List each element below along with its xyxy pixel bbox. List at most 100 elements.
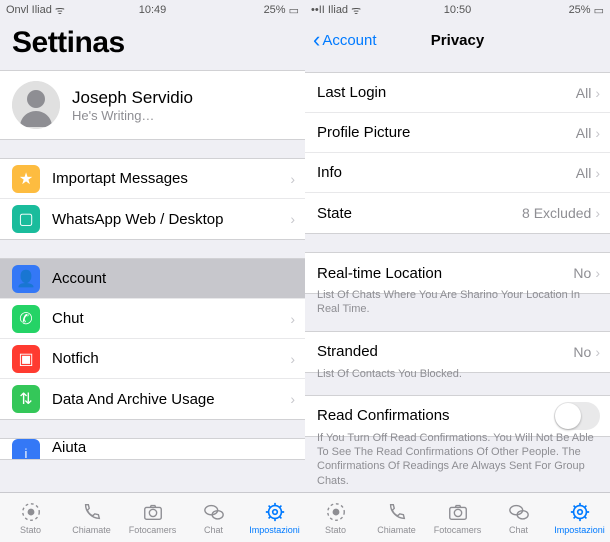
status-icon [324,500,348,524]
back-button[interactable]: ‹ Account [313,27,377,53]
tab-label: Chat [509,525,528,535]
chat-icon: ✆ [12,305,40,333]
back-label: Account [322,32,376,49]
row-notifications[interactable]: ▣ Notfich › [0,339,305,379]
row-blocked[interactable]: Stranded No › [305,332,610,372]
row-label: Notfich [52,350,290,367]
tab-bar: Stato Chiamate Fotocamers Chat Impostazi… [305,492,610,542]
chevron-right-icon: › [595,165,600,181]
status-bar: Onvl Iliad ᯤ 10:49 25% ▭ [0,0,305,20]
page-title: Settinas [0,20,305,70]
key-icon: 👤 [12,265,40,293]
row-label: Importapt Messages [52,170,290,187]
row-value: No [573,265,591,281]
chevron-right-icon: › [595,125,600,141]
chevron-right-icon: › [595,205,600,221]
status-icon [19,500,43,524]
tab-label: Chat [204,525,223,535]
tab-calls[interactable]: Chiamate [366,500,427,535]
info-icon: i [12,439,40,459]
tab-label: Fotocamers [129,525,177,535]
tab-label: Stato [325,525,346,535]
tab-camera[interactable]: Fotocamers [427,500,488,535]
read-confirmations-toggle[interactable] [554,402,600,430]
row-realtime-location[interactable]: Real-time Location No › [305,253,610,293]
carrier-text: ••II Iliad [311,4,348,16]
screen-settings: Onvl Iliad ᯤ 10:49 25% ▭ Settinas Joseph… [0,0,305,542]
row-read-confirmations[interactable]: Read Confirmations [305,396,610,436]
chevron-left-icon: ‹ [313,27,320,53]
data-icon: ⇅ [12,385,40,413]
tab-label: Fotocamers [434,525,482,535]
chevron-right-icon: › [595,344,600,360]
chevron-right-icon: › [290,351,295,367]
row-data-usage[interactable]: ⇅ Data And Archive Usage › [0,379,305,419]
carrier-text: Onvl Iliad [6,4,52,16]
bell-icon: ▣ [12,345,40,373]
chevron-right-icon: › [290,171,295,187]
row-label: State [317,205,522,222]
profile-sub: He's Writing… [72,108,193,123]
camera-icon [141,500,165,524]
tab-status[interactable]: Stato [0,500,61,535]
tab-bar: Stato Chiamate Fotocamers Chat Impostazi… [0,492,305,542]
tab-chat[interactable]: Chat [183,500,244,535]
desktop-icon: ▢ [12,205,40,233]
profile-row[interactable]: Joseph Servidio He's Writing… [0,70,305,140]
read-note: If You Turn Off Read Confirmations. You … [305,427,610,502]
chevron-right-icon: › [290,211,295,227]
tab-label: Chiamate [377,525,416,535]
row-label: Real-time Location [317,265,573,282]
tab-status[interactable]: Stato [305,500,366,535]
row-label: Profile Picture [317,124,576,141]
row-last-login[interactable]: Last Login All › [305,73,610,113]
phone-icon [385,500,409,524]
chat-bubbles-icon [507,500,531,524]
row-value: No [573,344,591,360]
row-profile-picture[interactable]: Profile Picture All › [305,113,610,153]
tab-settings[interactable]: Impostazioni [549,500,610,535]
row-whatsapp-web[interactable]: ▢ WhatsApp Web / Desktop › [0,199,305,239]
chevron-right-icon: › [290,311,295,327]
status-bar: ••II Iliad ᯤ 10:50 25% ▭ [305,0,610,20]
row-label: Aiuta [52,439,295,456]
gear-icon [568,500,592,524]
row-value: 8 Excluded [522,205,591,221]
tab-calls[interactable]: Chiamate [61,500,122,535]
wifi-icon: ᯤ [55,3,65,18]
row-label: WhatsApp Web / Desktop [52,211,290,228]
tab-label: Stato [20,525,41,535]
wifi-icon: ᯤ [351,3,361,18]
phone-icon [80,500,104,524]
tab-label: Chiamate [72,525,111,535]
row-label: Read Confirmations [317,407,554,424]
row-label: Stranded [317,343,573,360]
chevron-right-icon: › [595,265,600,281]
row-state[interactable]: State 8 Excluded › [305,193,610,233]
tab-settings[interactable]: Impostazioni [244,500,305,535]
chevron-right-icon: › [290,271,295,287]
chevron-right-icon: › [290,391,295,407]
row-value: All [576,85,592,101]
battery-icon: ▭ [289,4,299,17]
row-chat[interactable]: ✆ Chut › [0,299,305,339]
row-label: Data And Archive Usage [52,391,290,408]
row-help[interactable]: i Aiuta [0,439,305,459]
screen-privacy: ••II Iliad ᯤ 10:50 25% ▭ ‹ Account Priva… [305,0,610,542]
row-value: All [576,125,592,141]
nav-bar: ‹ Account Privacy [305,20,610,60]
tab-camera[interactable]: Fotocamers [122,500,183,535]
nav-title: Privacy [431,32,484,49]
row-account[interactable]: 👤 Account › [0,259,305,299]
row-label: Account [52,270,290,287]
tab-label: Impostazioni [554,525,605,535]
status-time: 10:49 [139,4,167,16]
profile-name: Joseph Servidio [72,88,193,108]
row-info[interactable]: Info All › [305,153,610,193]
star-icon: ★ [12,165,40,193]
tab-chat[interactable]: Chat [488,500,549,535]
battery-pct: 25% [569,4,591,16]
battery-icon: ▭ [594,4,604,17]
battery-pct: 25% [264,4,286,16]
row-starred[interactable]: ★ Importapt Messages › [0,159,305,199]
